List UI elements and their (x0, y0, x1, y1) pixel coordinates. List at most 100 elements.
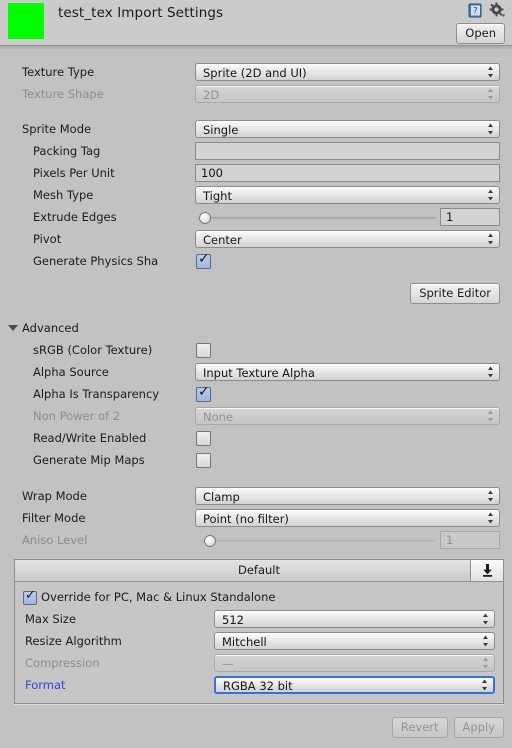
triangle-down-icon (8, 325, 18, 331)
alpha-source-label: Alpha Source (33, 365, 109, 379)
texture-shape-value: 2D (203, 88, 220, 102)
alpha-is-transparency-label: Alpha Is Transparency (33, 387, 160, 401)
alpha-is-transparency-checkbox[interactable]: ✓ (196, 384, 211, 402)
extrude-edges-slider-handle[interactable] (199, 212, 212, 224)
row-alpha-source: Alpha Source Input Texture Alpha (0, 362, 512, 384)
row-wrap-mode: Wrap Mode Clamp (0, 486, 512, 508)
row-mesh-type: Mesh Type Tight (0, 185, 512, 207)
non-power-of-2-label: Non Power of 2 (33, 409, 121, 423)
compression-label: Compression (25, 656, 100, 670)
chevron-updown-icon (488, 490, 493, 502)
download-arrow-button[interactable] (470, 560, 503, 581)
generate-physics-shape-checkbox[interactable]: ✓ (196, 251, 211, 269)
alpha-source-value: Input Texture Alpha (203, 366, 315, 380)
mesh-type-label: Mesh Type (33, 188, 94, 202)
extrude-edges-value[interactable]: 1 (440, 208, 500, 226)
aniso-level-slider-handle (203, 535, 216, 547)
row-pixels-per-unit: Pixels Per Unit 100 (0, 163, 512, 185)
apply-button[interactable]: Apply (453, 717, 504, 738)
packing-tag-input[interactable] (195, 142, 500, 160)
row-packing-tag: Packing Tag (0, 141, 512, 163)
texture-type-dropdown[interactable]: Sprite (2D and UI) (195, 63, 500, 81)
sprite-mode-value: Single (203, 123, 239, 137)
max-size-value: 512 (222, 613, 244, 627)
open-button[interactable]: Open (456, 23, 505, 44)
inspector-body: Texture Type Sprite (2D and UI) Texture … (0, 49, 512, 748)
platform-tab-bar: Default (15, 560, 503, 582)
wrap-mode-dropdown[interactable]: Clamp (195, 487, 500, 505)
resize-algorithm-dropdown[interactable]: Mitchell (214, 632, 495, 650)
platform-tab-default[interactable]: Default (15, 563, 503, 577)
page-title: test_tex Import Settings (58, 5, 224, 21)
max-size-label: Max Size (25, 612, 77, 626)
wrap-mode-value: Clamp (203, 490, 240, 504)
filter-mode-dropdown[interactable]: Point (no filter) (195, 509, 500, 527)
generate-mip-maps-checkbox[interactable] (196, 453, 211, 468)
chevron-updown-icon (488, 123, 493, 135)
checkmark-icon: ✓ (198, 384, 210, 400)
platform-settings-body: ✓ Override for PC, Mac & Linux Standalon… (15, 582, 503, 703)
row-resize-algorithm: Resize Algorithm Mitchell (15, 631, 503, 653)
override-label: Override for PC, Mac & Linux Standalone (41, 590, 276, 604)
gear-icon[interactable] (489, 2, 506, 19)
row-texture-shape: Texture Shape 2D (0, 84, 512, 106)
revert-button[interactable]: Revert (391, 717, 448, 738)
row-aniso-level: Aniso Level 1 (0, 530, 512, 552)
pixels-per-unit-label: Pixels Per Unit (33, 166, 115, 180)
format-dropdown[interactable]: RGBA 32 bit (214, 676, 495, 694)
pixels-per-unit-input[interactable]: 100 (195, 164, 500, 182)
sprite-editor-button[interactable]: Sprite Editor (410, 283, 500, 304)
generate-mip-maps-label: Generate Mip Maps (33, 453, 145, 467)
svg-text:?: ? (473, 7, 478, 17)
chevron-updown-icon (483, 657, 488, 669)
row-sprite-editor: Sprite Editor (0, 283, 512, 309)
row-generate-physics-shape: Generate Physics Sha ✓ (0, 251, 512, 273)
advanced-section-label: Advanced (22, 321, 79, 335)
footer-buttons: Revert Apply (391, 717, 504, 738)
format-value: RGBA 32 bit (223, 679, 293, 693)
row-non-power-of-2: Non Power of 2 None (0, 406, 512, 428)
extrude-edges-label: Extrude Edges (33, 210, 117, 224)
filter-mode-label: Filter Mode (22, 511, 86, 525)
pivot-value: Center (203, 233, 242, 247)
resize-algorithm-label: Resize Algorithm (25, 634, 122, 648)
chevron-updown-icon (483, 613, 488, 625)
read-write-enabled-label: Read/Write Enabled (33, 431, 147, 445)
mesh-type-dropdown[interactable]: Tight (195, 186, 500, 204)
advanced-foldout[interactable]: Advanced (0, 318, 512, 340)
pivot-dropdown[interactable]: Center (195, 230, 500, 248)
download-arrow-icon (483, 564, 492, 577)
chevron-updown-icon (488, 189, 493, 201)
help-book-icon[interactable]: ? (467, 2, 484, 19)
aniso-level-slider (198, 535, 436, 547)
compression-value: — (222, 657, 234, 671)
sprite-mode-dropdown[interactable]: Single (195, 120, 500, 138)
row-texture-type: Texture Type Sprite (2D and UI) (0, 62, 512, 84)
row-format: Format RGBA 32 bit (15, 675, 503, 697)
srgb-checkbox[interactable] (196, 343, 211, 358)
read-write-enabled-checkbox[interactable] (196, 431, 211, 446)
chevron-updown-icon (488, 88, 493, 100)
checkmark-icon: ✓ (198, 251, 210, 267)
non-power-of-2-dropdown: None (195, 407, 500, 425)
alpha-source-dropdown[interactable]: Input Texture Alpha (195, 363, 500, 381)
chevron-updown-icon (488, 410, 493, 422)
row-compression: Compression — (15, 653, 503, 675)
chevron-updown-icon (488, 366, 493, 378)
checkmark-icon: ✓ (25, 588, 36, 603)
srgb-label: sRGB (Color Texture) (33, 343, 153, 357)
extrude-edges-slider[interactable] (198, 212, 436, 224)
non-power-of-2-value: None (203, 410, 234, 424)
texture-type-value: Sprite (2D and UI) (203, 66, 307, 80)
max-size-dropdown[interactable]: 512 (214, 610, 495, 628)
wrap-mode-label: Wrap Mode (22, 489, 87, 503)
override-checkbox[interactable]: ✓ (23, 588, 37, 605)
texture-thumbnail (8, 3, 44, 39)
header-icon-group: ? (467, 2, 506, 19)
resize-algorithm-value: Mitchell (222, 635, 267, 649)
chevron-updown-icon (488, 233, 493, 245)
texture-import-inspector: test_tex Import Settings ? Open Texture … (0, 0, 512, 748)
chevron-updown-icon (488, 512, 493, 524)
row-max-size: Max Size 512 (15, 609, 503, 631)
row-sprite-mode: Sprite Mode Single (0, 119, 512, 141)
